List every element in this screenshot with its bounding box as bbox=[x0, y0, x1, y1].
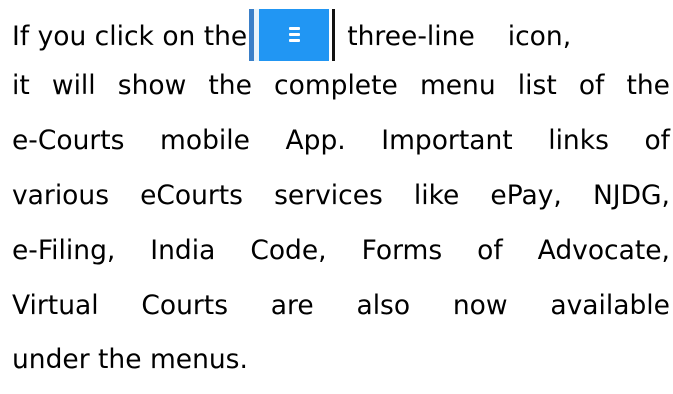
word: eCourts bbox=[140, 180, 243, 211]
word: Courts bbox=[141, 290, 228, 321]
word: ePay, bbox=[490, 180, 562, 211]
word: also bbox=[356, 290, 411, 321]
line-6: Virtual Courts are also now available bbox=[12, 281, 670, 331]
word: of bbox=[644, 125, 670, 156]
line-1-text-before-icon: If you click on the bbox=[12, 21, 248, 52]
word: of bbox=[477, 235, 503, 266]
line-7: under the menus. bbox=[12, 335, 670, 385]
word: e-Filing, bbox=[12, 235, 116, 266]
word: like bbox=[413, 180, 460, 211]
line-3: e-Courts mobile App. Important links of bbox=[12, 116, 670, 166]
word: menu bbox=[419, 70, 496, 101]
word: will bbox=[51, 70, 96, 101]
word: NJDG, bbox=[592, 180, 670, 211]
line-2: it will show the complete menu list of t… bbox=[12, 61, 670, 111]
line-1-text-icon: icon, bbox=[507, 21, 572, 52]
line-1: If you click on the three-line icon, bbox=[12, 9, 670, 62]
line-1-text-three-line: three-line bbox=[347, 21, 475, 52]
word: mobile bbox=[160, 125, 250, 156]
line-5: e-Filing, India Code, Forms of Advocate, bbox=[12, 226, 670, 276]
word: show bbox=[117, 70, 187, 101]
line-7-text: under the menus. bbox=[12, 344, 248, 375]
line-4: various eCourts services like ePay, NJDG… bbox=[12, 171, 670, 221]
word: India bbox=[150, 235, 216, 266]
word: Advocate, bbox=[537, 235, 670, 266]
word: the bbox=[208, 70, 252, 101]
word: Code, bbox=[250, 235, 327, 266]
word: App. bbox=[285, 125, 346, 156]
word: links bbox=[548, 125, 609, 156]
word: list bbox=[517, 70, 557, 101]
word: Forms bbox=[361, 235, 443, 266]
word: various bbox=[12, 180, 109, 211]
word: are bbox=[270, 290, 314, 321]
word: Important bbox=[381, 125, 513, 156]
word: the bbox=[626, 70, 671, 101]
word: now bbox=[452, 290, 508, 321]
word: available bbox=[550, 290, 670, 321]
word: services bbox=[274, 180, 383, 211]
word: complete bbox=[274, 70, 398, 101]
word: of bbox=[578, 70, 605, 101]
word: it bbox=[12, 70, 30, 101]
word: Virtual bbox=[12, 290, 99, 321]
hamburger-menu-icon[interactable] bbox=[249, 9, 338, 61]
word: e-Courts bbox=[12, 125, 125, 156]
